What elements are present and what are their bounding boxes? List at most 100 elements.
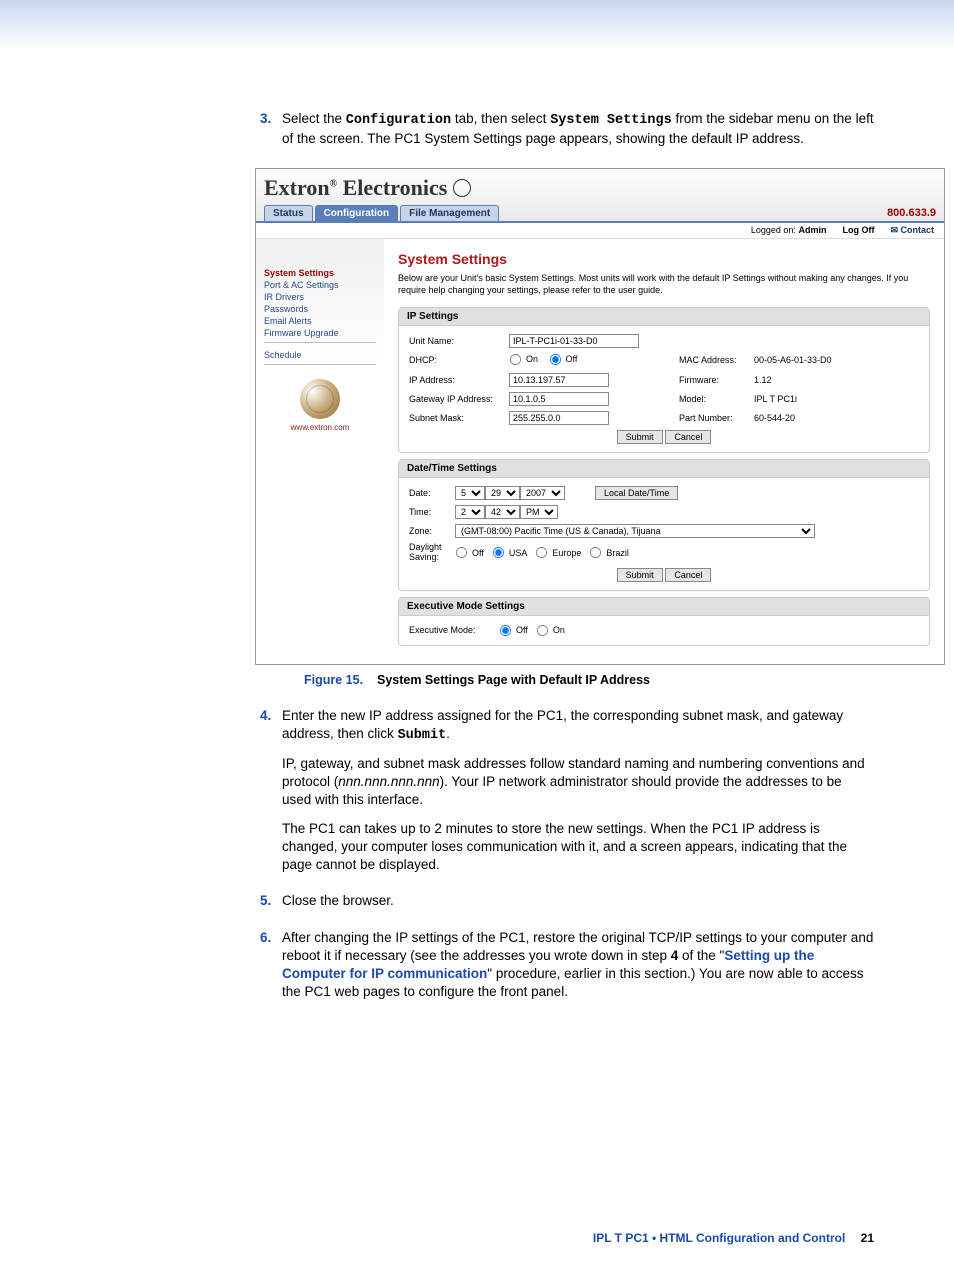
tab-configuration[interactable]: Configuration bbox=[315, 205, 399, 221]
text: Brazil bbox=[606, 548, 629, 558]
brand-text: Electronics bbox=[337, 175, 447, 200]
page-footer: IPL T PC1 • HTML Configuration and Contr… bbox=[80, 1231, 874, 1245]
model-value: IPL T PC1i bbox=[754, 394, 797, 404]
dhcp-label: DHCP: bbox=[409, 355, 509, 365]
figure-caption: Figure 15. System Settings Page with Def… bbox=[80, 673, 874, 687]
ip-address-label: IP Address: bbox=[409, 375, 509, 385]
sidebar-item-firmware[interactable]: Firmware Upgrade bbox=[264, 327, 376, 339]
step-4: 4. Enter the new IP address assigned for… bbox=[260, 707, 874, 885]
exec-off-radio[interactable]: Off bbox=[499, 624, 528, 637]
text: USA bbox=[509, 548, 528, 558]
time-min-select[interactable]: 42 bbox=[485, 505, 520, 519]
contact-link[interactable]: ✉ Contact bbox=[890, 225, 934, 236]
date-day-select[interactable]: 29 bbox=[485, 486, 520, 500]
text: of the " bbox=[678, 948, 724, 963]
sidebar-item-passwords[interactable]: Passwords bbox=[264, 303, 376, 315]
time-ampm-select[interactable]: PM bbox=[520, 505, 558, 519]
step-number: 5. bbox=[260, 892, 282, 920]
zone-select[interactable]: (GMT-08:00) Pacific Time (US & Canada), … bbox=[455, 524, 815, 538]
dt-cancel-button[interactable]: Cancel bbox=[665, 568, 711, 582]
datetime-panel: Date/Time Settings Date: 5 29 2007 Local… bbox=[398, 459, 930, 591]
footer-doc-title: IPL T PC1 • HTML Configuration and Contr… bbox=[593, 1231, 845, 1245]
user-bar: Logged on: Admin Log Off ✉ Contact bbox=[256, 223, 944, 239]
sidebar-divider bbox=[264, 342, 376, 343]
step-6: 6. After changing the IP settings of the… bbox=[260, 929, 874, 1012]
logoff-link[interactable]: Log Off bbox=[842, 225, 874, 236]
ss-header: Extron® Electronics Status Configuration… bbox=[256, 169, 944, 223]
ds-brazil-radio[interactable]: Brazil bbox=[589, 546, 629, 559]
dhcp-on-radio[interactable]: On bbox=[509, 353, 538, 366]
text: The PC1 can takes up to 2 minutes to sto… bbox=[282, 820, 874, 875]
sidebar: System Settings Port & AC Settings IR Dr… bbox=[256, 239, 384, 663]
figure-number: Figure 15. bbox=[304, 673, 363, 687]
ip-address-input[interactable] bbox=[509, 373, 609, 387]
dt-submit-button[interactable]: Submit bbox=[617, 568, 663, 582]
time-hour-select[interactable]: 2 bbox=[455, 505, 485, 519]
panel-head: Executive Mode Settings bbox=[399, 598, 929, 616]
sidebar-url[interactable]: www.extron.com bbox=[264, 423, 376, 432]
step-body: Select the Configuration tab, then selec… bbox=[282, 110, 874, 158]
text: Off bbox=[566, 354, 578, 364]
firmware-value: 1.12 bbox=[754, 375, 772, 385]
sidebar-item-system-settings[interactable]: System Settings bbox=[264, 267, 376, 279]
exec-on-radio[interactable]: On bbox=[536, 624, 565, 637]
instruction-list: 3. Select the Configuration tab, then se… bbox=[260, 110, 874, 158]
logged-user: Admin bbox=[798, 225, 826, 235]
model-label: Model: bbox=[679, 394, 754, 404]
text: Logged on: bbox=[751, 225, 796, 235]
text: Off bbox=[516, 625, 528, 635]
ds-usa-radio[interactable]: USA bbox=[492, 546, 528, 559]
page-top-gradient bbox=[0, 0, 954, 50]
step-body: Close the browser. bbox=[282, 892, 874, 920]
page-description: Below are your Unit's basic System Setti… bbox=[398, 273, 930, 296]
firmware-label: Firmware: bbox=[679, 375, 754, 385]
gateway-input[interactable] bbox=[509, 392, 609, 406]
ip-submit-button[interactable]: Submit bbox=[617, 430, 663, 444]
sidebar-item-port-ac[interactable]: Port & AC Settings bbox=[264, 279, 376, 291]
italic-text: nnn.nnn.nnn.nnn bbox=[338, 774, 439, 789]
subnet-input[interactable] bbox=[509, 411, 609, 425]
main-area: System Settings Below are your Unit's ba… bbox=[384, 239, 944, 663]
tab-status[interactable]: Status bbox=[264, 205, 313, 221]
page-content: 3. Select the Configuration tab, then se… bbox=[0, 50, 954, 1285]
unit-name-label: Unit Name: bbox=[409, 336, 509, 346]
ip-settings-panel: IP Settings Unit Name: DHCP: On Off bbox=[398, 307, 930, 453]
exec-mode-label: Executive Mode: bbox=[409, 625, 499, 635]
code-text: System Settings bbox=[550, 113, 672, 128]
step-5: 5. Close the browser. bbox=[260, 892, 874, 920]
text: tab, then select bbox=[451, 111, 550, 126]
tab-file-management[interactable]: File Management bbox=[400, 205, 499, 221]
sidebar-seal-icon bbox=[300, 379, 340, 419]
screenshot-figure: Extron® Electronics Status Configuration… bbox=[255, 168, 945, 664]
sidebar-divider bbox=[264, 364, 376, 365]
partnum-value: 60-544-20 bbox=[754, 413, 795, 423]
sidebar-item-schedule[interactable]: Schedule bbox=[264, 349, 376, 361]
sidebar-item-ir-drivers[interactable]: IR Drivers bbox=[264, 291, 376, 303]
dhcp-off-radio[interactable]: Off bbox=[549, 353, 578, 366]
exec-mode-panel: Executive Mode Settings Executive Mode: … bbox=[398, 597, 930, 646]
date-month-select[interactable]: 5 bbox=[455, 486, 485, 500]
time-label: Time: bbox=[409, 507, 455, 517]
date-year-select[interactable]: 2007 bbox=[520, 486, 565, 500]
figure-title: System Settings Page with Default IP Add… bbox=[377, 673, 650, 687]
ss-body: System Settings Port & AC Settings IR Dr… bbox=[256, 239, 944, 663]
panel-body: Date: 5 29 2007 Local Date/Time Time: 2 … bbox=[399, 478, 929, 590]
instruction-list: 4. Enter the new IP address assigned for… bbox=[260, 707, 874, 1012]
step-3: 3. Select the Configuration tab, then se… bbox=[260, 110, 874, 158]
sidebar-item-email-alerts[interactable]: Email Alerts bbox=[264, 315, 376, 327]
step-number: 3. bbox=[260, 110, 282, 158]
panel-body: Unit Name: DHCP: On Off MAC Address: bbox=[399, 326, 929, 452]
daylight-label: Daylight Saving: bbox=[409, 543, 455, 563]
code-text: Submit bbox=[398, 728, 447, 743]
brand-icon bbox=[453, 179, 471, 197]
ds-off-radio[interactable]: Off bbox=[455, 546, 484, 559]
header-right: 800.633.9 bbox=[887, 207, 936, 219]
ip-cancel-button[interactable]: Cancel bbox=[665, 430, 711, 444]
text: Select the bbox=[282, 111, 346, 126]
step-body: After changing the IP settings of the PC… bbox=[282, 929, 874, 1012]
unit-name-input[interactable] bbox=[509, 334, 639, 348]
panel-head: Date/Time Settings bbox=[399, 460, 929, 478]
local-datetime-button[interactable]: Local Date/Time bbox=[595, 486, 678, 500]
ds-europe-radio[interactable]: Europe bbox=[535, 546, 581, 559]
subnet-label: Subnet Mask: bbox=[409, 413, 509, 423]
